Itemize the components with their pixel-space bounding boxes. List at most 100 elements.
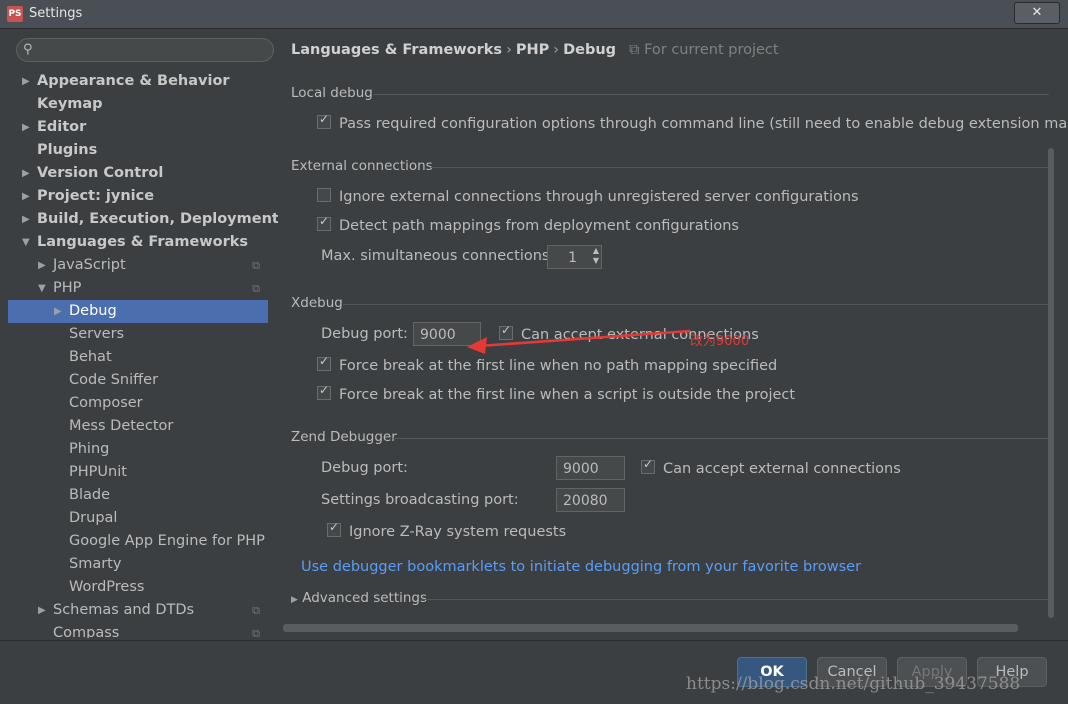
zend-accept-option[interactable]: Can accept external connections bbox=[641, 457, 901, 477]
sidebar-item-label: Plugins bbox=[37, 142, 98, 158]
settings-search-input[interactable]: ⚲ bbox=[16, 38, 274, 62]
main-horizontal-scrollbar[interactable] bbox=[283, 624, 1018, 632]
sidebar-item-label: Phing bbox=[69, 441, 110, 457]
breadcrumb-debug: Debug bbox=[563, 42, 617, 58]
sidebar-item-composer[interactable]: Composer bbox=[8, 392, 268, 415]
sidebar-item-php[interactable]: ▼ PHP ⧉ bbox=[8, 277, 268, 300]
sidebar-item-behat[interactable]: Behat bbox=[8, 346, 268, 369]
sidebar-item-phing[interactable]: Phing bbox=[8, 438, 268, 461]
close-window-button[interactable]: ✕ bbox=[1014, 2, 1060, 24]
broadcast-port-input[interactable]: 20080 bbox=[556, 488, 625, 512]
ignore-zray-option[interactable]: Ignore Z-Ray system requests bbox=[327, 520, 566, 540]
zend-port-input[interactable]: 9000 bbox=[556, 456, 625, 480]
settings-tree: ▶ Appearance & Behavior Keymap ▶ Editor Plugi… bbox=[8, 70, 278, 638]
max-connections-spinner[interactable]: 1 ▲ ▼ bbox=[547, 245, 602, 269]
detect-mappings-checkbox[interactable] bbox=[317, 214, 331, 231]
max-connections-label: Max. simultaneous connections: bbox=[321, 248, 555, 264]
collapsed-arrow-icon[interactable]: ▶ bbox=[22, 162, 30, 185]
detect-mappings-label: Detect path mappings from deployment con… bbox=[339, 218, 739, 234]
ignore-external-checkbox[interactable] bbox=[317, 188, 331, 202]
sidebar-item-label: Blade bbox=[69, 487, 110, 503]
sidebar-item-blade[interactable]: Blade bbox=[8, 484, 268, 507]
title-bar: PS Settings ✕ bbox=[0, 0, 1068, 29]
sidebar-item-smarty[interactable]: Smarty bbox=[8, 553, 268, 576]
sidebar-item-mess-detector[interactable]: Mess Detector bbox=[8, 415, 268, 438]
sidebar-item-phpunit[interactable]: PHPUnit bbox=[8, 461, 268, 484]
sidebar-item-wordpress[interactable]: WordPress bbox=[8, 576, 268, 599]
max-connections-value: 1 bbox=[568, 250, 577, 266]
xdebug-section: Xdebug bbox=[291, 295, 1051, 311]
phpstorm-app-icon: PS bbox=[7, 6, 23, 22]
sidebar-item-label: Smarty bbox=[69, 556, 122, 572]
collapsed-arrow-icon[interactable]: ▶ bbox=[22, 70, 30, 93]
expanded-arrow-icon[interactable]: ▼ bbox=[38, 277, 46, 300]
project-level-icon: ⧉ bbox=[252, 259, 260, 272]
sidebar-item-servers[interactable]: Servers bbox=[8, 323, 268, 346]
pass-config-option[interactable]: Pass required configuration options thro… bbox=[317, 112, 1068, 132]
pass-config-label: Pass required configuration options thro… bbox=[339, 116, 1068, 132]
sidebar-item-javascript[interactable]: ▶ JavaScript ⧉ bbox=[8, 254, 268, 277]
zend-debugger-title: Zend Debugger bbox=[291, 429, 397, 445]
annotation-arrow bbox=[467, 329, 691, 354]
breadcrumb-separator: › bbox=[506, 42, 512, 58]
sidebar-item-plugins[interactable]: Plugins bbox=[8, 139, 268, 162]
sidebar-item-version-control[interactable]: ▶ Version Control bbox=[8, 162, 268, 185]
sidebar-item-label: Languages & Frameworks bbox=[37, 234, 249, 250]
collapsed-arrow-icon[interactable]: ▶ bbox=[22, 116, 30, 139]
sidebar-item-languages-frameworks[interactable]: ▼ Languages & Frameworks bbox=[8, 231, 268, 254]
section-divider bbox=[421, 599, 1049, 600]
collapsed-arrow-icon[interactable]: ▶ bbox=[22, 185, 30, 208]
sidebar-item-drupal[interactable]: Drupal bbox=[8, 507, 268, 530]
sidebar-item-code-sniffer[interactable]: Code Sniffer bbox=[8, 369, 268, 392]
sidebar-item-debug[interactable]: ▶ Debug bbox=[8, 300, 268, 323]
sidebar-item-label: Mess Detector bbox=[69, 418, 174, 434]
force-break-no-mapping-checkbox[interactable] bbox=[317, 354, 331, 371]
sidebar-item-label: Servers bbox=[69, 326, 125, 342]
zend-accept-checkbox[interactable] bbox=[641, 457, 655, 474]
zend-port-label: Debug port: bbox=[321, 460, 408, 476]
sidebar-item-label: Code Sniffer bbox=[69, 372, 159, 388]
collapsed-arrow-icon[interactable]: ▶ bbox=[38, 599, 46, 622]
sidebar-item-label: Editor bbox=[37, 119, 87, 135]
sidebar-item-label: JavaScript bbox=[53, 257, 126, 273]
collapsed-arrow-icon[interactable]: ▶ bbox=[22, 208, 30, 231]
pass-config-checkbox[interactable] bbox=[317, 112, 331, 129]
sidebar-item-build-execution-deployment[interactable]: ▶ Build, Execution, Deployment bbox=[8, 208, 278, 231]
sidebar-item-label: Keymap bbox=[37, 96, 103, 112]
sidebar-item-keymap[interactable]: Keymap bbox=[8, 93, 268, 116]
project-scope-icon: ⧉ bbox=[629, 42, 640, 58]
sidebar-item-project-jynice[interactable]: ▶ Project: jynice bbox=[8, 185, 268, 208]
xdebug-port-label: Debug port: bbox=[321, 326, 408, 342]
expand-arrow-icon: ▶ bbox=[291, 595, 298, 605]
breadcrumb-php: PHP bbox=[515, 42, 550, 58]
expanded-arrow-icon[interactable]: ▼ bbox=[22, 231, 30, 254]
sidebar-item-label: PHP bbox=[53, 280, 82, 296]
spinner-arrows-icon[interactable]: ▲ ▼ bbox=[593, 246, 599, 266]
sidebar-item-label: Schemas and DTDs bbox=[53, 602, 195, 618]
zend-debugger-section: Zend Debugger bbox=[291, 429, 1051, 445]
ignore-external-label: Ignore external connections through unre… bbox=[339, 189, 859, 205]
broadcast-port-label: Settings broadcasting port: bbox=[321, 492, 519, 508]
bookmarklets-link[interactable]: Use debugger bookmarklets to initiate de… bbox=[301, 559, 861, 575]
force-break-outside-option[interactable]: Force break at the first line when a scr… bbox=[317, 383, 796, 403]
ignore-external-option[interactable]: Ignore external connections through unre… bbox=[317, 188, 859, 205]
sidebar-item-appearance-behavior[interactable]: ▶ Appearance & Behavior bbox=[8, 70, 268, 93]
main-vertical-scrollbar[interactable] bbox=[1048, 148, 1054, 618]
advanced-settings-toggle[interactable]: ▶ Advanced settings bbox=[291, 590, 1051, 606]
sidebar-item-compass[interactable]: Compass ⧉ bbox=[8, 622, 268, 638]
collapsed-arrow-icon[interactable]: ▶ bbox=[38, 254, 46, 277]
sidebar-item-editor[interactable]: ▶ Editor bbox=[8, 116, 268, 139]
detect-mappings-option[interactable]: Detect path mappings from deployment con… bbox=[317, 214, 739, 234]
force-break-outside-label: Force break at the first line when a scr… bbox=[339, 387, 796, 403]
section-divider bbox=[343, 304, 1049, 305]
force-break-no-mapping-option[interactable]: Force break at the first line when no pa… bbox=[317, 354, 777, 374]
force-break-outside-checkbox[interactable] bbox=[317, 383, 331, 400]
sidebar-item-google-app-engine-for-php[interactable]: Google App Engine for PHP bbox=[8, 530, 268, 553]
sidebar-item-schemas-and-dtds[interactable]: ▶ Schemas and DTDs ⧉ bbox=[8, 599, 268, 622]
xdebug-title: Xdebug bbox=[291, 295, 343, 311]
collapsed-arrow-icon[interactable]: ▶ bbox=[54, 300, 62, 323]
section-divider bbox=[393, 438, 1049, 439]
ignore-zray-checkbox[interactable] bbox=[327, 520, 341, 537]
sidebar-item-label: Appearance & Behavior bbox=[37, 73, 230, 89]
sidebar-item-label: Behat bbox=[69, 349, 112, 365]
